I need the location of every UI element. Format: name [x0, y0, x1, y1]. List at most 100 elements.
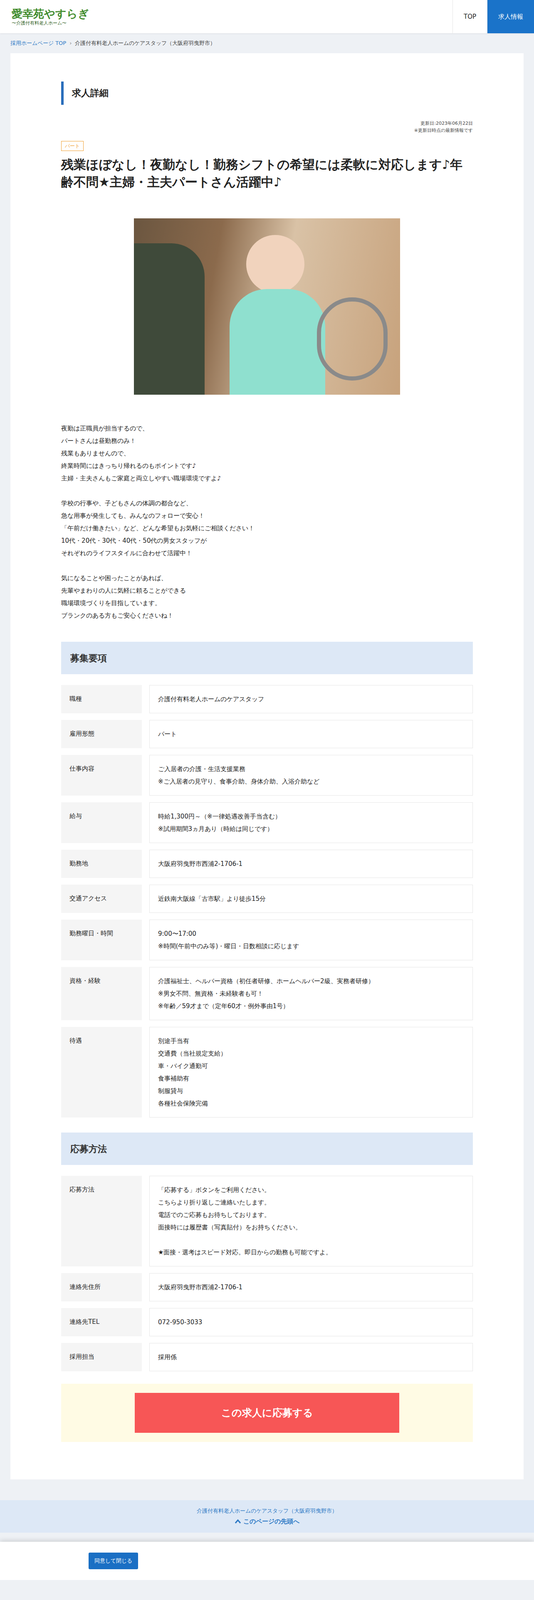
section-heading: 募集要項 — [61, 641, 473, 675]
row-label: 勤務地 — [61, 849, 142, 878]
info-row: 勤務曜日・時間 9:00〜17:00※時間(午前中のみ等)・曜日・日数相談に応じま… — [61, 919, 473, 961]
job-card: 求人詳細 更新日:2023年06月22日※更新日時点の最新情報です パート 残業… — [10, 53, 524, 1480]
info-row: 勤務地大阪府羽曳野市西浦2-1706-1 — [61, 849, 473, 878]
row-label: 応募方法 — [61, 1175, 142, 1267]
description-line: 「午前だけ働きたい」など、どんな希望もお気軽にご相談ください！ — [61, 521, 473, 535]
to-top-label[interactable]: このページの先頭へ — [243, 1516, 300, 1527]
info-row: 採用担当 採用係 — [61, 1342, 473, 1372]
value-line: ※ご入居者の見守り、食事介助、身体介助、入浴介助など — [158, 775, 465, 788]
description-line: 急な用事が発生しても、みんなのフォローで安心！ — [61, 509, 473, 522]
description-line: 夜勤は正職員が担当するので、 — [61, 422, 473, 435]
value-line: ★面接・選考はスピード対応。即日からの勤務も可能ですよ。 — [158, 1246, 465, 1259]
description-line: 先輩やまわりの人に気軽に頼ることができる — [61, 584, 473, 597]
value-line: 大阪府羽曳野市西浦2-1706-1 — [158, 1280, 465, 1294]
nav-item[interactable]: TOP — [452, 0, 488, 34]
value-line: 面接時には履歴書（写真貼付）をお持ちください。 — [158, 1221, 465, 1234]
info-row: 仕事内容ご入居者の介護・生活支援業務※ご入居者の見守り、食事介助、身体介助、入浴… — [61, 754, 473, 796]
info-row: 応募方法「応募する」ボタンをご利用ください。こちらより折り返しご連絡いたします。… — [61, 1175, 473, 1267]
nav-item[interactable]: 求人情報 — [487, 0, 534, 34]
description-line: それぞれのライフスタイルに合わせて活躍中！ — [61, 546, 473, 560]
row-value: 近鉄南大阪線「古市駅」より徒歩15分 — [149, 884, 473, 913]
row-label: 採用担当 — [61, 1342, 142, 1372]
value-line: 介護付有料老人ホームのケアスタッフ — [158, 692, 465, 706]
updated-date: 更新日:2023年06月22日※更新日時点の最新情報です — [61, 119, 473, 134]
value-line: ※年齢／59才まで（定年60才・例外事由1号） — [158, 999, 465, 1013]
row-value: 採用係 — [149, 1342, 473, 1372]
footer: 介護付有料老人ホームのケアスタッフ（大阪府羽曳野市） このページの先頭へ — [0, 1500, 534, 1533]
value-line: 9:00〜17:00 — [158, 927, 465, 940]
value-line: 072-950-3033 — [158, 1315, 465, 1329]
main-nav: TOP求人情報 — [452, 0, 534, 34]
apply-area: この求人に応募する — [61, 1383, 473, 1442]
row-label: 仕事内容 — [61, 754, 142, 796]
value-line: 別途手当有 — [158, 1034, 465, 1048]
value-line: 近鉄南大阪線「古市駅」より徒歩15分 — [158, 892, 465, 905]
row-label: 交通アクセス — [61, 884, 142, 913]
row-label: 勤務曜日・時間 — [61, 919, 142, 961]
job-description: 夜勤は正職員が担当するので、パートさんは昼勤務のみ！残業もありませんので、終業時… — [61, 422, 473, 622]
description-line: 終業時間にはきっちり帰れるのもポイントです♪ — [61, 459, 473, 473]
value-line: 介護福祉士、ヘルパー資格（初任者研修、ホームヘルパー2級、実務者研修） — [158, 974, 465, 988]
value-line: 各種社会保険完備 — [158, 1097, 465, 1110]
logo[interactable]: 愛幸苑やすらぎ〜介護付有料老人ホーム〜 — [0, 0, 89, 34]
value-line: 車・バイク通勤可 — [158, 1059, 465, 1073]
value-line: ※男女不問、無資格・未経験者も可！ — [158, 987, 465, 1000]
to-top-link[interactable]: このページの先頭へ — [234, 1516, 300, 1527]
info-table: 職種 介護付有料老人ホームのケアスタッフ雇用形態パート仕事内容ご入居者の介護・生活… — [61, 684, 473, 1118]
row-label: 給与 — [61, 802, 142, 844]
description-line: 学校の行事や、子どもさんの体調の都合など、 — [61, 496, 473, 510]
row-value: 時給1,300円～（※一律処遇改善手当含む）※試用期間3ヵ月あり（時給は同じです… — [149, 802, 473, 844]
staff-photo — [133, 218, 401, 395]
footer-page-title: 介護付有料老人ホームのケアスタッフ（大阪府羽曳野市） — [196, 1506, 338, 1516]
breadcrumb-separator: › — [69, 39, 72, 48]
row-label: 職種 — [61, 684, 142, 714]
description-line: パートさんは昼勤務のみ！ — [61, 434, 473, 448]
row-label: 連絡先TEL — [61, 1307, 142, 1337]
row-label: 連絡先住所 — [61, 1273, 142, 1302]
updated-line: ※更新日時点の最新情報です — [61, 126, 473, 134]
value-line: 時給1,300円～（※一律処遇改善手当含む） — [158, 810, 465, 823]
row-value: ご入居者の介護・生活支援業務※ご入居者の見守り、食事介助、身体介助、入浴介助など — [149, 754, 473, 796]
value-line: 交通費（当社規定支給） — [158, 1047, 465, 1060]
value-line: 採用係 — [158, 1350, 465, 1364]
info-row: 給与時給1,300円～（※一律処遇改善手当含む）※試用期間3ヵ月あり（時給は同じ… — [61, 802, 473, 844]
info-row: 連絡先住所 大阪府羽曳野市西浦2-1706-1 — [61, 1273, 473, 1302]
apply-button[interactable]: この求人に応募する — [134, 1392, 400, 1433]
description-paragraph: 気になることや困ったことがあれば、先輩やまわりの人に気軽に頼ることができる職場環… — [61, 571, 473, 622]
description-line: 主婦・主夫さんもご家庭と両立しやすい職場環境ですよ♪ — [61, 472, 473, 485]
row-value: 「応募する」ボタンをご利用ください。こちらより折り返しご連絡いたします。電話での… — [149, 1175, 473, 1267]
value-line: 制服貸与 — [158, 1084, 465, 1098]
description-paragraph: 学校の行事や、子どもさんの体調の都合など、急な用事が発生しても、みんなのフォロー… — [61, 496, 473, 560]
breadcrumb-item[interactable]: 採用ホームページ TOP — [10, 39, 67, 48]
row-label: 資格・経験 — [61, 966, 142, 1021]
logo-title: 愛幸苑やすらぎ — [11, 7, 89, 21]
consent-button[interactable]: 同意して閉じる — [88, 1552, 139, 1570]
requirements-section: 募集要項職種 介護付有料老人ホームのケアスタッフ雇用形態パート仕事内容ご入居者の介… — [61, 641, 473, 1118]
page-heading: 求人詳細 — [61, 81, 473, 105]
row-value: 介護付有料老人ホームのケアスタッフ — [149, 684, 473, 714]
row-value: 別途手当有交通費（当社規定支給）車・バイク通勤可食事補助有制服貸与各種社会保険完… — [149, 1026, 473, 1118]
info-row: 待遇別途手当有交通費（当社規定支給）車・バイク通勤可食事補助有制服貸与各種社会保… — [61, 1026, 473, 1118]
consent-bar: 同意して閉じる — [0, 1541, 534, 1580]
value-line: 「応募する」ボタンをご利用ください。 — [158, 1183, 465, 1197]
value-line: ※時間(午前中のみ等)・曜日・日数相談に応じます — [158, 939, 465, 953]
description-line: 気になることや困ったことがあれば、 — [61, 571, 473, 585]
description-paragraph: 夜勤は正職員が担当するので、パートさんは昼勤務のみ！残業もありませんので、終業時… — [61, 422, 473, 485]
description-line: ブランクのある方もご安心くださいね！ — [61, 609, 473, 622]
description-line: 10代・20代・30代・40代・50代の男女スタッフが — [61, 534, 473, 547]
row-label: 雇用形態 — [61, 719, 142, 749]
updated-line: 更新日:2023年06月22日 — [61, 119, 473, 127]
breadcrumb: 採用ホームページ TOP›介護付有料老人ホームのケアスタッフ（大阪府羽曳野市） — [0, 33, 534, 54]
info-row: 雇用形態パート — [61, 719, 473, 749]
site-header: 愛幸苑やすらぎ〜介護付有料老人ホーム〜 TOP求人情報 — [0, 0, 534, 34]
value-line: 食事補助有 — [158, 1072, 465, 1085]
row-value: 072-950-3033 — [149, 1307, 473, 1337]
logo-subtitle: 〜介護付有料老人ホーム〜 — [11, 20, 89, 27]
value-line: 電話でのご応募もお待ちしております。 — [158, 1208, 465, 1222]
value-line: ※試用期間3ヵ月あり（時給は同じです） — [158, 822, 465, 836]
chevron-up-icon — [234, 1519, 241, 1524]
info-row: 交通アクセス 近鉄南大阪線「古市駅」より徒歩15分 — [61, 884, 473, 913]
section-heading: 応募方法 — [61, 1132, 473, 1165]
row-value: 大阪府羽曳野市西浦2-1706-1 — [149, 1273, 473, 1302]
